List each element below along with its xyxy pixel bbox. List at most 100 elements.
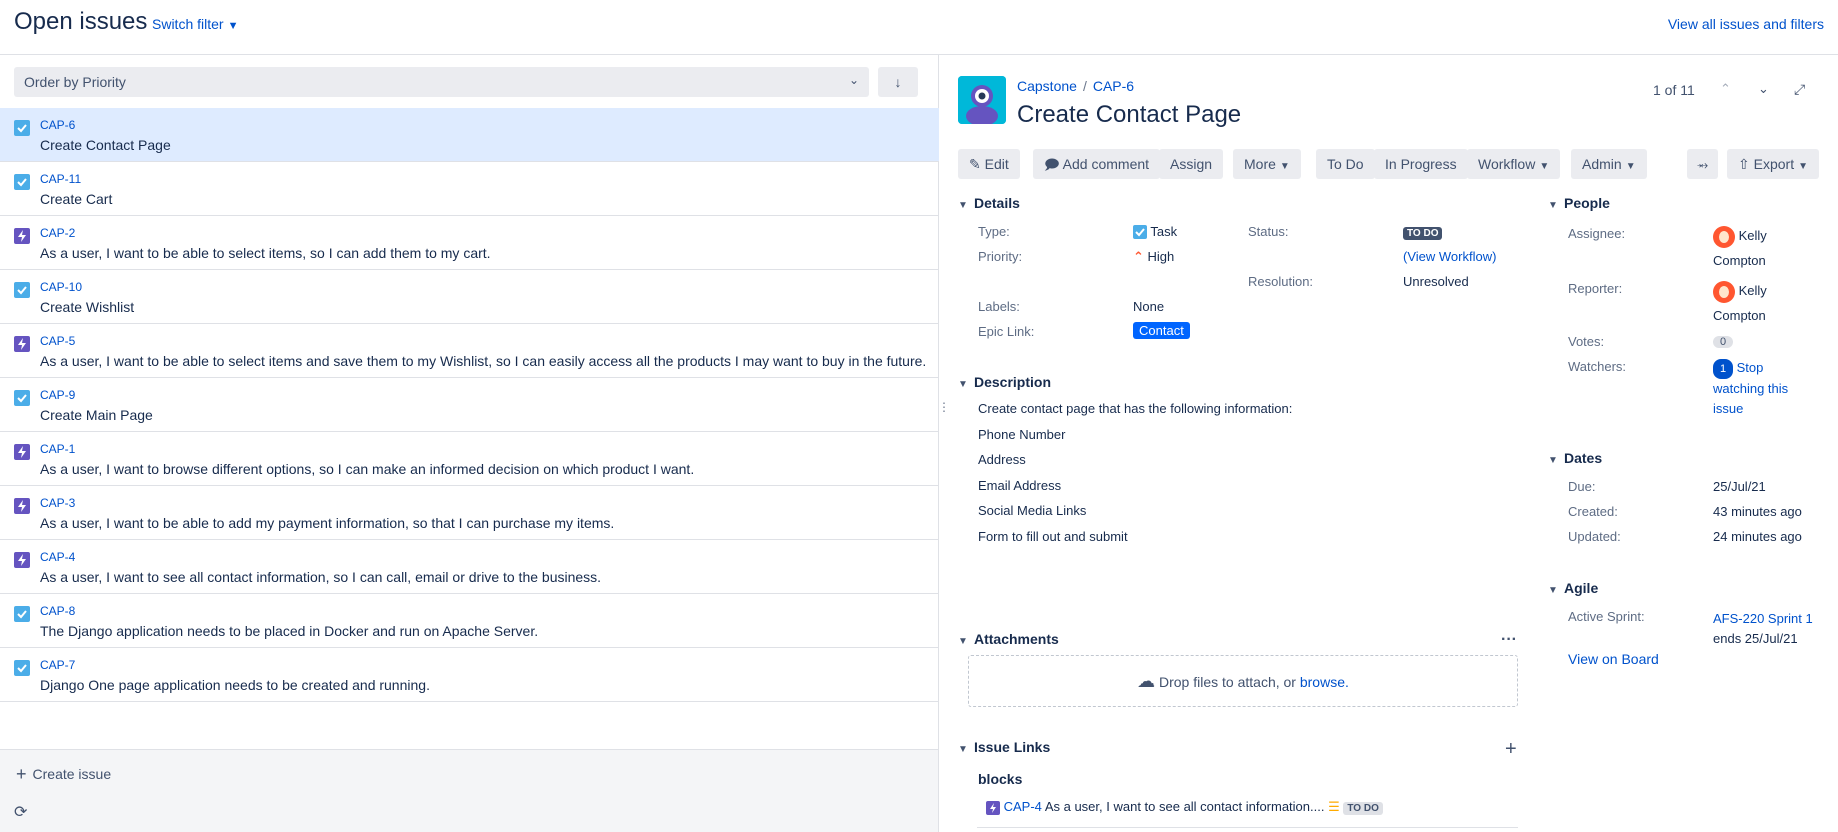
issue-key[interactable]: CAP-8	[40, 604, 75, 618]
issue-list-item[interactable]: CAP-4 As a user, I want to see all contac…	[0, 540, 939, 594]
drop-text: Drop files to attach, or	[1159, 674, 1300, 690]
watchers-count-badge[interactable]: 1	[1713, 359, 1733, 379]
issue-key[interactable]: CAP-5	[40, 334, 75, 348]
issue-key[interactable]: CAP-1	[40, 442, 75, 456]
issue-key[interactable]: CAP-9	[40, 388, 75, 402]
issue-list-item[interactable]: CAP-9 Create Main Page	[0, 378, 939, 432]
create-issue-button[interactable]: + Create issue	[0, 749, 938, 793]
issue-list-item[interactable]: CAP-10 Create Wishlist	[0, 270, 939, 324]
link-relation-heading: blocks	[978, 771, 1023, 787]
issue-list: CAP-6 Create Contact Page CAP-11 Create Car…	[0, 108, 939, 702]
more-button[interactable]: More ▼	[1233, 149, 1301, 179]
issue-list-item[interactable]: CAP-5 As a user, I want to be able to sel…	[0, 324, 939, 378]
assign-label: Assign	[1170, 156, 1213, 172]
description-body[interactable]: Create contact page that has the followi…	[978, 399, 1518, 553]
linked-issue-summary[interactable]: As a user, I want to see all contact inf…	[1045, 799, 1325, 814]
order-by-select[interactable]: Order by Priority ⌄	[14, 67, 869, 97]
attachments-section-toggle[interactable]: ▼ Attachments	[958, 631, 1059, 647]
in-progress-button[interactable]: In Progress	[1374, 149, 1468, 179]
switch-filter-button[interactable]: Switch filter ▼	[152, 16, 238, 32]
issue-links-section-toggle[interactable]: ▼ Issue Links	[958, 739, 1050, 755]
issue-key[interactable]: CAP-10	[40, 280, 82, 294]
updated-value: 24 minutes ago	[1713, 529, 1802, 544]
more-label: More	[1244, 156, 1276, 172]
linked-issue-row[interactable]: CAP-4 As a user, I want to see all conta…	[977, 799, 1518, 828]
in-progress-label: In Progress	[1385, 156, 1457, 172]
browse-link[interactable]: browse.	[1300, 674, 1349, 690]
workflow-button[interactable]: Workflow ▼	[1467, 149, 1561, 179]
watchers-value[interactable]: 1 Stop watching this issue	[1713, 358, 1788, 419]
reporter-last-name: Compton	[1713, 308, 1766, 323]
stop-watching-link-2[interactable]: watching this	[1713, 381, 1788, 396]
view-workflow-text[interactable]: View Workflow	[1407, 249, 1492, 264]
agile-section-toggle[interactable]: ▼ Agile	[1548, 580, 1598, 596]
issue-key[interactable]: CAP-4	[40, 550, 75, 564]
details-section-toggle[interactable]: ▼ Details	[958, 195, 1020, 211]
todo-button[interactable]: To Do	[1316, 149, 1375, 179]
task-checkbox-icon	[14, 390, 30, 406]
issue-summary: As a user, I want to be able to add my p…	[40, 515, 615, 531]
votes-value[interactable]: 0	[1713, 333, 1733, 348]
sprint-link[interactable]: AFS-220 Sprint 1	[1713, 611, 1813, 626]
chevron-down-icon: ▼	[227, 20, 239, 32]
share-button[interactable]: ⥇	[1687, 149, 1719, 179]
page-title: Open issues	[14, 8, 148, 35]
breadcrumb-project-link[interactable]: Capstone	[1017, 78, 1077, 94]
dates-heading: Dates	[1564, 450, 1603, 466]
epic-link-value[interactable]: Contact	[1133, 322, 1190, 339]
issue-list-item[interactable]: CAP-11 Create Cart	[0, 162, 939, 216]
avatar	[1713, 225, 1735, 248]
next-issue-chevron-down-icon[interactable]: ⌄	[1758, 81, 1769, 97]
view-workflow-link[interactable]: (View Workflow)	[1403, 249, 1496, 264]
issue-summary: The Django application needs to be place…	[40, 623, 539, 639]
issue-key[interactable]: CAP-11	[40, 172, 81, 186]
dates-section-toggle[interactable]: ▼ Dates	[1548, 450, 1602, 466]
stop-watching-link-3[interactable]: issue	[1713, 401, 1743, 416]
more-options-icon[interactable]: ···	[1501, 631, 1517, 649]
edit-button[interactable]: ✎ Edit	[958, 149, 1020, 179]
issue-summary: Django One page application needs to be …	[40, 677, 430, 693]
labels-label: Labels:	[978, 299, 1020, 314]
issue-list-item[interactable]: CAP-3 As a user, I want to be able to add…	[0, 486, 939, 540]
previous-issue-chevron-up-icon[interactable]: ⌃	[1720, 81, 1731, 97]
export-button[interactable]: ⇧ Export ▼	[1727, 149, 1819, 179]
description-section-toggle[interactable]: ▼ Description	[958, 374, 1051, 390]
attachment-drop-zone[interactable]: ☁ Drop files to attach, or browse.	[968, 655, 1518, 707]
issue-list-panel: Order by Priority ⌄ ↓ CAP-6 Create Contac…	[0, 55, 939, 832]
view-all-issues-link[interactable]: View all issues and filters	[1668, 16, 1824, 32]
admin-label: Admin	[1582, 156, 1622, 172]
issue-list-item[interactable]: CAP-1 As a user, I want to browse differe…	[0, 432, 939, 486]
sort-direction-button[interactable]: ↓	[878, 67, 918, 97]
reporter-label: Reporter:	[1568, 281, 1623, 296]
assignee-value[interactable]: Kelly Compton	[1713, 223, 1767, 273]
issue-key[interactable]: CAP-2	[40, 226, 75, 240]
resolution-label: Resolution:	[1248, 274, 1314, 289]
votes-count-badge[interactable]: 0	[1713, 336, 1733, 348]
issue-key[interactable]: CAP-6	[40, 118, 75, 132]
description-line: Create contact page that has the followi…	[978, 401, 1293, 416]
breadcrumb-issue-key-link[interactable]: CAP-6	[1093, 78, 1134, 94]
issue-list-item[interactable]: CAP-7 Django One page application needs t…	[0, 648, 939, 702]
people-section-toggle[interactable]: ▼ People	[1548, 195, 1610, 211]
issue-list-item[interactable]: CAP-6 Create Contact Page	[0, 108, 939, 162]
add-issue-link-plus-icon[interactable]: +	[1505, 738, 1517, 761]
epic-tag[interactable]: Contact	[1133, 322, 1190, 339]
stop-watching-link-1[interactable]: Stop	[1737, 360, 1764, 375]
view-on-board-link[interactable]: View on Board	[1568, 651, 1659, 667]
expand-icon[interactable]: ⤢	[1794, 81, 1805, 98]
add-comment-button[interactable]: 🗩 Add comment	[1033, 149, 1161, 179]
order-by-label: Order by Priority	[24, 74, 126, 90]
story-icon	[14, 228, 30, 244]
project-avatar[interactable]	[958, 76, 1006, 124]
issue-list-item[interactable]: CAP-2 As a user, I want to be able to sel…	[0, 216, 939, 270]
assign-button[interactable]: Assign	[1159, 149, 1224, 179]
admin-button[interactable]: Admin ▼	[1571, 149, 1647, 179]
comment-icon: 🗩	[1044, 156, 1060, 172]
refresh-icon[interactable]: ⟳	[14, 804, 27, 821]
reporter-value[interactable]: Kelly Compton	[1713, 278, 1767, 328]
issue-key[interactable]: CAP-7	[40, 658, 75, 672]
issue-key[interactable]: CAP-3	[40, 496, 75, 510]
description-line: Phone Number	[978, 426, 1066, 442]
issue-list-item[interactable]: CAP-8 The Django application needs to be …	[0, 594, 939, 648]
linked-issue-key[interactable]: CAP-4	[1004, 799, 1042, 814]
